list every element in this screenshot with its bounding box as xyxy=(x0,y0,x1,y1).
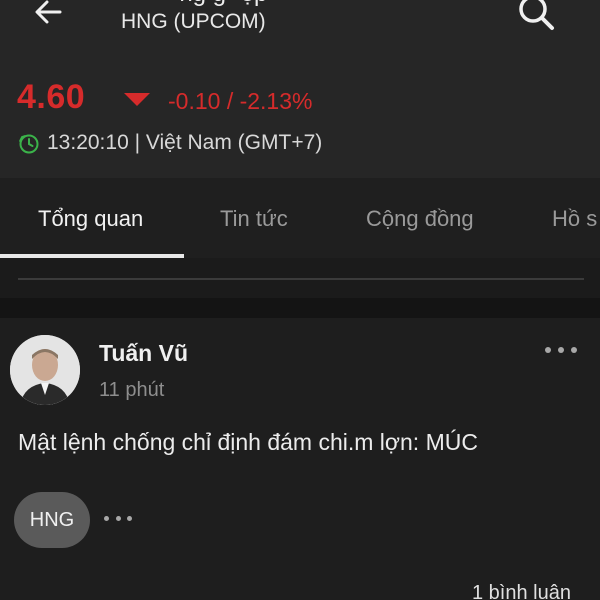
stock-tag-chip[interactable]: HNG xyxy=(14,492,90,548)
tab-overview[interactable]: Tổng quan xyxy=(38,206,143,232)
clock-icon xyxy=(19,134,39,154)
price-change: -0.10 / -2.13% xyxy=(168,88,313,114)
tab-news[interactable]: Tin tức xyxy=(220,206,288,232)
more-horizontal-icon xyxy=(545,347,551,353)
back-button[interactable] xyxy=(28,0,68,32)
tab-profile[interactable]: Hồ s xyxy=(552,206,597,232)
tag-more-button[interactable] xyxy=(104,513,132,523)
tab-bar: Tổng quan Tin tức Cộng đồng Hồ s xyxy=(0,178,600,258)
stock-name-partial: · · ng g ·ệp · xyxy=(150,0,282,8)
search-button[interactable] xyxy=(512,0,560,38)
divider xyxy=(18,278,584,280)
avatar-image xyxy=(10,335,80,405)
post-more-button[interactable] xyxy=(545,343,577,357)
search-icon xyxy=(519,0,554,30)
triangle-down-icon xyxy=(124,93,150,106)
avatar[interactable] xyxy=(10,335,80,405)
post-time: 11 phút xyxy=(99,379,165,401)
arrow-left-icon xyxy=(35,0,62,24)
tab-community[interactable]: Cộng đồng xyxy=(366,206,474,232)
post-author[interactable]: Tuấn Vũ xyxy=(99,340,188,367)
comment-count-link[interactable]: 1 bình luận xyxy=(472,582,571,600)
section-separator xyxy=(0,298,600,318)
stock-exchange-label: HNG (UPCOM) xyxy=(121,10,266,33)
post-card xyxy=(0,318,600,600)
stock-header: · · ng g ·ệp · HNG (UPCOM) 4.60 -0.10 / … xyxy=(0,0,600,178)
post-content: Mật lệnh chống chỉ định đám chi.m lợn: M… xyxy=(18,429,478,455)
update-time: 13:20:10 | Việt Nam (GMT+7) xyxy=(47,131,323,154)
more-horizontal-icon xyxy=(104,515,109,521)
stock-price: 4.60 xyxy=(17,78,86,116)
